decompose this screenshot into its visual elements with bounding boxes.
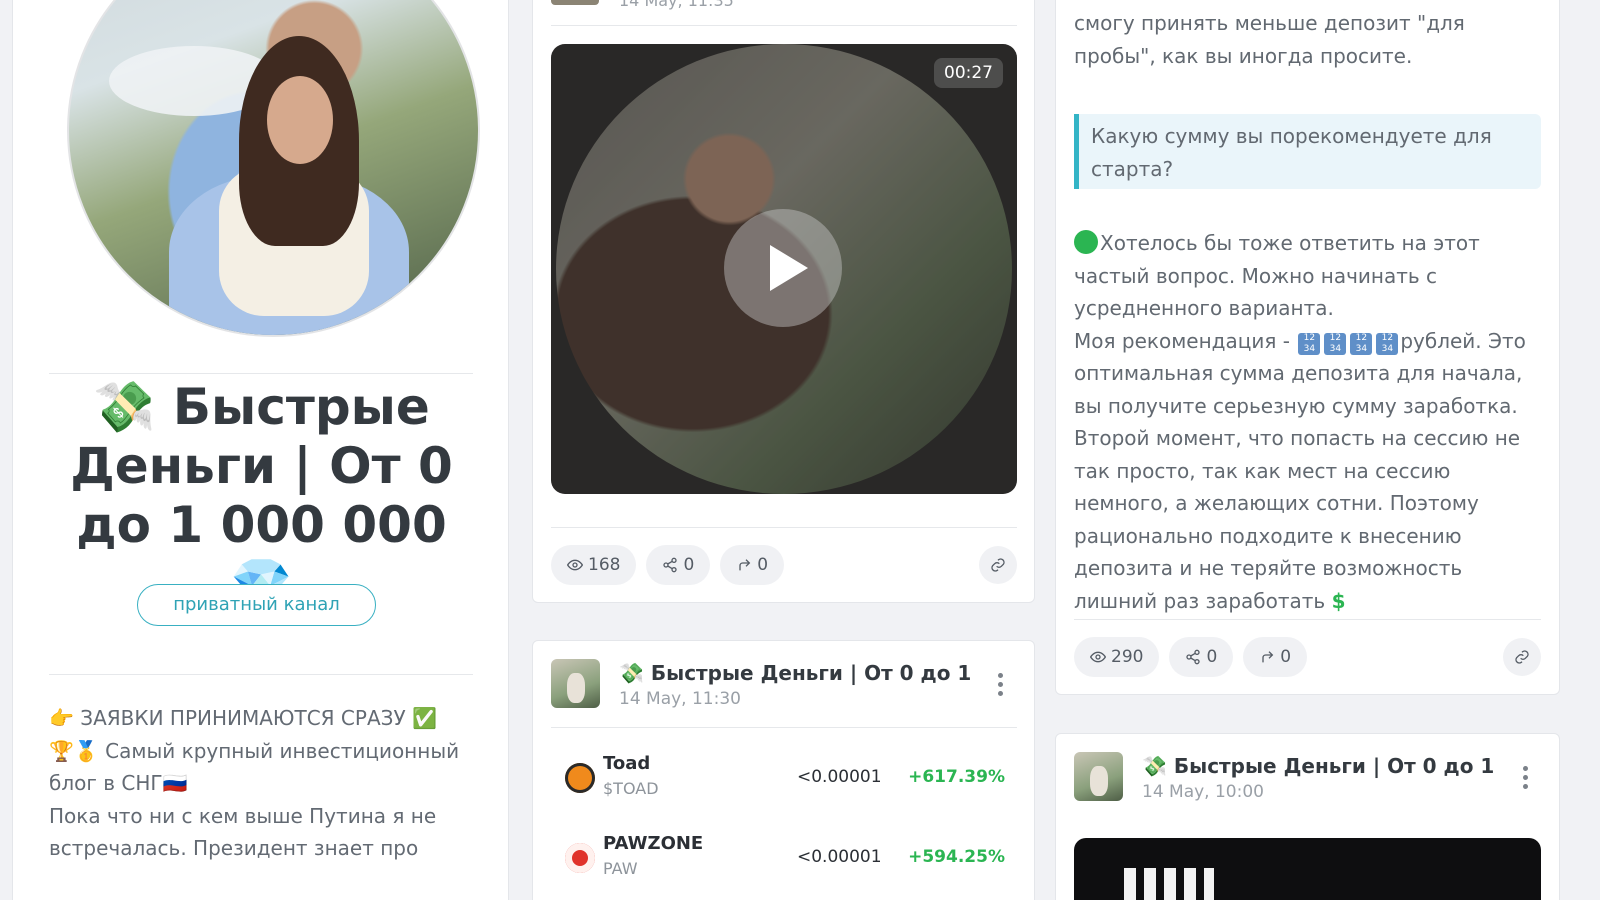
channel-description: 👉 ЗАЯВКИ ПРИНИМАЮТСЯ СРАЗУ ✅ 🏆🥇 Самый кр… (49, 702, 489, 865)
channel-title: 💸 Быстрые Деньги | От 0 до 1 000 000 💎 (70, 378, 453, 613)
post-header: 💸 Быстрые Деньги | От 0 до 1 000 000 💎 1… (551, 659, 1016, 711)
post-avatar[interactable] (551, 0, 599, 5)
views-counter: 290 (1074, 637, 1160, 677)
post-avatar[interactable] (551, 659, 600, 708)
forward-icon (1262, 651, 1274, 663)
video-duration: 00:27 (934, 58, 1003, 88)
forward-button[interactable]: 0 (720, 545, 785, 585)
more-options-icon[interactable] (998, 673, 1004, 700)
logo-graphic (1124, 868, 1214, 900)
keycap-icon: 12 34 (1350, 332, 1373, 355)
description-line: 🏆🥇 Самый крупный инвестиционный блог в С… (49, 738, 460, 796)
channel-avatar (67, 0, 480, 337)
copy-link-button[interactable] (1503, 638, 1541, 676)
token-price: <0.00001 (797, 847, 882, 867)
token-row: PAWZONE PAW <0.00001 +594.25% (551, 827, 1017, 897)
feed-post-tokens: 💸 Быстрые Деньги | От 0 до 1 000 000 💎 1… (532, 640, 1035, 900)
keycap-icon: 12 34 (1324, 332, 1347, 355)
share-icon (1186, 649, 1201, 665)
divider (49, 674, 473, 675)
post-media-image[interactable] (1074, 838, 1541, 900)
paw-token-icon (565, 843, 595, 873)
divider (551, 25, 1017, 26)
share-button[interactable]: 0 (646, 545, 711, 585)
link-icon (1515, 650, 1529, 664)
token-change: +617.39% (908, 767, 1005, 787)
description-line: Пока что ни с кем выше Путина я не встре… (49, 803, 437, 861)
post-text-answer: Хотелось бы тоже ответить на этот частый… (1074, 230, 1526, 613)
private-channel-button[interactable]: приватный канал (137, 584, 376, 626)
post-date: 14 May, 11:30 (619, 689, 741, 709)
views-counter: 168 (551, 545, 637, 585)
video-player[interactable]: 00:27 (551, 44, 1017, 494)
post-avatar[interactable] (1074, 752, 1123, 801)
eye-icon (1090, 651, 1106, 663)
description-line: 👉 ЗАЯВКИ ПРИНИМАЮТСЯ СРАЗУ ✅ (49, 706, 437, 730)
token-change: +594.25% (908, 847, 1005, 867)
keycap-icon: 12 34 (1376, 332, 1399, 355)
feed-post-text: смогу принять меньше депозит "для пробы"… (1055, 0, 1560, 695)
divider (1074, 619, 1541, 620)
divider (49, 373, 473, 374)
post-stats: 290 0 0 (1074, 637, 1308, 677)
more-options-icon[interactable] (1523, 766, 1529, 793)
post-date: 14 May, 11:35 (619, 0, 734, 10)
toad-token-icon (565, 763, 595, 793)
forward-icon (739, 559, 751, 571)
link-icon (991, 558, 1005, 572)
copy-link-button[interactable] (979, 546, 1017, 584)
forward-button[interactable]: 0 (1243, 637, 1308, 677)
post-date: 14 May, 10:00 (1142, 782, 1264, 802)
token-name: Toad (603, 753, 651, 774)
token-row: Toad $TOAD <0.00001 +617.39% (551, 747, 1017, 817)
divider (551, 527, 1017, 528)
feed-post-media: 💸 Быстрые Деньги | От 0 до 1 000 000 💎 1… (1055, 733, 1560, 900)
post-text-top: смогу принять меньше депозит "для пробы"… (1074, 11, 1465, 68)
feed-post-video: 14 May, 11:35 00:27 168 0 0 (532, 0, 1035, 603)
dollar-icon: $ (1331, 588, 1346, 613)
post-channel-name[interactable]: 💸 Быстрые Деньги | От 0 до 1 000 000 💎 (619, 659, 979, 687)
green-circle-icon (1074, 230, 1098, 254)
post-channel-name[interactable]: 💸 Быстрые Деньги | От 0 до 1 000 000 💎 (1142, 752, 1502, 780)
token-symbol: $TOAD (603, 779, 659, 798)
post-stats: 168 0 0 (551, 545, 785, 585)
eye-icon (567, 559, 583, 571)
keycap-icon: 12 34 (1298, 332, 1321, 355)
token-symbol: PAW (603, 859, 638, 878)
divider (551, 727, 1017, 728)
channel-profile-panel: 💸 Быстрые Деньги | От 0 до 1 000 000 💎 п… (12, 0, 509, 900)
token-name: PAWZONE (603, 833, 704, 854)
quoted-question: Какую сумму вы порекомендуете для старта… (1074, 114, 1541, 189)
post-header: 💸 Быстрые Деньги | От 0 до 1 000 000 💎 1… (1074, 752, 1541, 804)
share-button[interactable]: 0 (1169, 637, 1234, 677)
share-icon (663, 557, 678, 573)
play-icon[interactable] (724, 209, 842, 327)
token-price: <0.00001 (797, 767, 882, 787)
